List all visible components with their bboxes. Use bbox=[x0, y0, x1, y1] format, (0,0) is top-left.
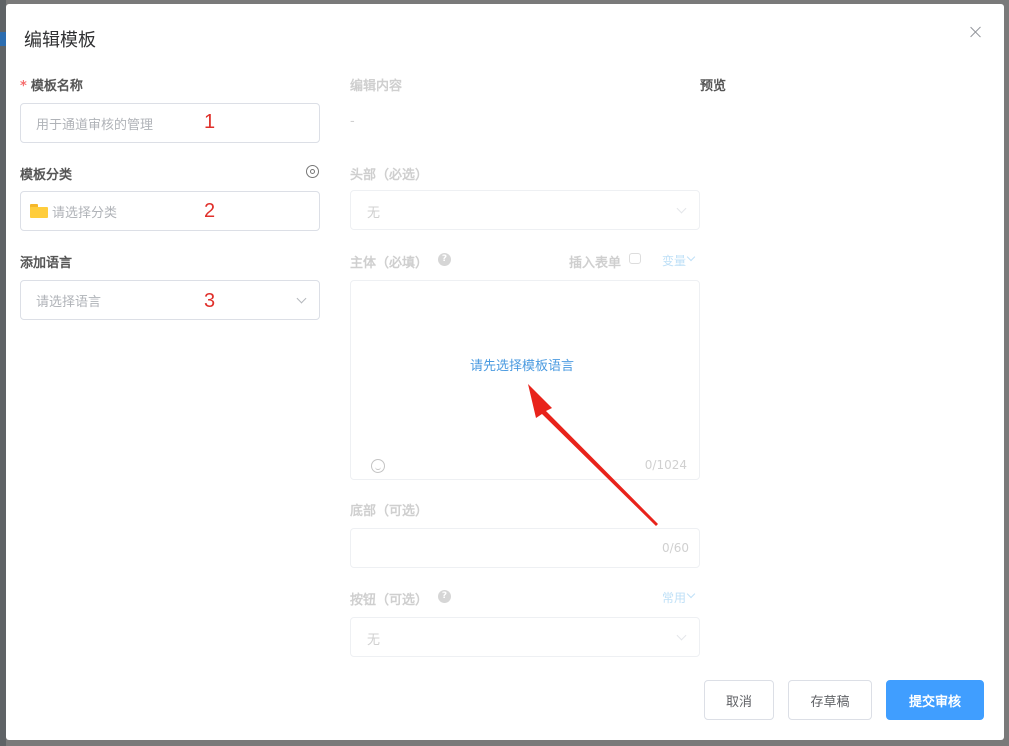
chevron-down-icon bbox=[676, 630, 687, 641]
template-name-placeholder: 用于通道审核的管理 bbox=[36, 117, 154, 133]
content-dash: - bbox=[350, 114, 355, 129]
select-language-hint: 请先选择模板语言 bbox=[470, 359, 575, 374]
add-language-label: 添加语言 bbox=[20, 256, 73, 271]
annotation-arrow bbox=[528, 384, 658, 526]
preview-title: 预览 bbox=[700, 79, 727, 94]
template-category-label: 模板分类 bbox=[20, 168, 73, 183]
chevron-down-icon bbox=[676, 203, 687, 214]
header-label: 头部（必选） bbox=[350, 168, 429, 183]
template-category-select[interactable]: 请选择分类 bbox=[20, 191, 320, 231]
chevron-down-icon bbox=[686, 589, 696, 599]
annotation-2: 2 bbox=[204, 200, 216, 222]
button-select[interactable]: 无 bbox=[350, 617, 700, 657]
header-select[interactable]: 无 bbox=[350, 190, 700, 230]
template-name-label: * 模板名称 bbox=[20, 75, 83, 94]
insert-form-link[interactable]: 插入表单 bbox=[569, 252, 621, 271]
add-language-select[interactable]: 请选择语言 bbox=[20, 280, 320, 320]
button-label: 按钮（可选） bbox=[350, 593, 429, 608]
edit-content-title: 编辑内容 bbox=[350, 79, 403, 94]
edit-template-dialog: 编辑模板 * 模板名称 用于通道审核的管理 1 模板分类 请选择分类 2 添加语言… bbox=[6, 4, 1004, 740]
button-value: 无 bbox=[367, 633, 381, 648]
link-icon bbox=[629, 253, 641, 264]
annotation-3: 3 bbox=[204, 290, 216, 312]
save-draft-button[interactable]: 存草稿 bbox=[788, 680, 872, 720]
help-icon[interactable]: ? bbox=[438, 253, 451, 266]
header-value: 无 bbox=[367, 206, 381, 221]
gear-icon[interactable] bbox=[306, 165, 319, 178]
footer-label: 底部（可选） bbox=[350, 504, 429, 519]
add-language-placeholder: 请选择语言 bbox=[36, 294, 102, 310]
template-name-label-text: 模板名称 bbox=[30, 79, 83, 94]
template-name-input[interactable]: 用于通道审核的管理 bbox=[20, 103, 320, 143]
template-category-placeholder: 请选择分类 bbox=[52, 205, 118, 221]
help-icon[interactable]: ? bbox=[438, 590, 451, 603]
footer-input[interactable]: 0/60 bbox=[350, 528, 700, 568]
body-label: 主体（必填） bbox=[350, 256, 429, 271]
common-dropdown[interactable]: 常用 bbox=[662, 589, 686, 606]
variable-dropdown[interactable]: 变量 bbox=[662, 252, 686, 269]
submit-review-button[interactable]: 提交审核 bbox=[886, 680, 984, 720]
close-icon[interactable] bbox=[968, 24, 984, 40]
folder-icon bbox=[30, 204, 48, 218]
chevron-down-icon bbox=[686, 252, 696, 262]
emoji-icon[interactable] bbox=[371, 459, 385, 473]
required-mark: * bbox=[20, 79, 27, 94]
dialog-title: 编辑模板 bbox=[24, 30, 96, 51]
annotation-1: 1 bbox=[204, 111, 216, 133]
cancel-button[interactable]: 取消 bbox=[704, 680, 774, 720]
chevron-down-icon bbox=[296, 293, 307, 304]
footer-counter: 0/60 bbox=[662, 541, 689, 555]
